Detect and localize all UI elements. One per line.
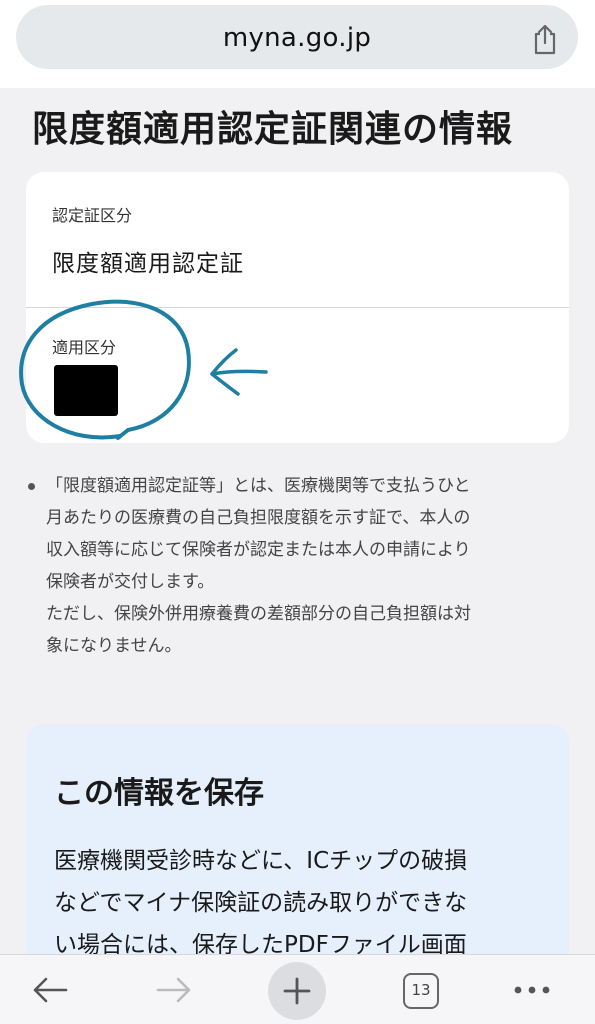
forward-button[interactable] bbox=[152, 955, 196, 1024]
certificate-type-label: 認定証区分 bbox=[52, 206, 133, 225]
bullet-icon bbox=[28, 483, 35, 490]
share-icon[interactable] bbox=[530, 23, 560, 55]
save-section-body: 医療機関受診時などに、ICチップの破損 などでマイナ保険証の読み取りができな い… bbox=[54, 848, 468, 954]
page-content: 限度額適用認定証関連の情報 認定証区分 限度額適用認定証 適用区分 「限度額適用… bbox=[0, 88, 595, 954]
more-dots-icon bbox=[514, 986, 550, 994]
more-menu-button[interactable] bbox=[510, 955, 554, 1024]
back-button[interactable] bbox=[28, 955, 72, 1024]
applicable-category-label: 適用区分 bbox=[52, 338, 117, 357]
certificate-type-value: 限度額適用認定証 bbox=[52, 251, 244, 277]
page-title: 限度額適用認定証関連の情報 bbox=[32, 109, 514, 150]
tab-count-button[interactable]: 13 bbox=[403, 973, 439, 1009]
url-text[interactable]: myna.go.jp bbox=[16, 23, 578, 53]
new-tab-button[interactable] bbox=[268, 962, 326, 1020]
browser-top-bar: myna.go.jp bbox=[0, 0, 595, 88]
save-info-card: この情報を保存 医療機関受診時などに、ICチップの破損 などでマイナ保険証の読み… bbox=[26, 724, 569, 954]
certificate-info-card: 認定証区分 限度額適用認定証 適用区分 bbox=[26, 172, 569, 443]
address-bar[interactable]: myna.go.jp bbox=[16, 5, 578, 69]
note-text: 「限度額適用認定証等」とは、医療機関等で支払うひと 月あたりの医療費の自己負担限… bbox=[46, 476, 471, 656]
back-arrow-icon bbox=[33, 977, 68, 1003]
card-divider bbox=[26, 307, 569, 308]
redacted-value bbox=[54, 365, 118, 416]
browser-toolbar: 13 bbox=[0, 954, 595, 1024]
forward-arrow-icon bbox=[156, 977, 191, 1003]
save-section-title: この情報を保存 bbox=[54, 776, 264, 811]
plus-icon bbox=[283, 977, 311, 1005]
